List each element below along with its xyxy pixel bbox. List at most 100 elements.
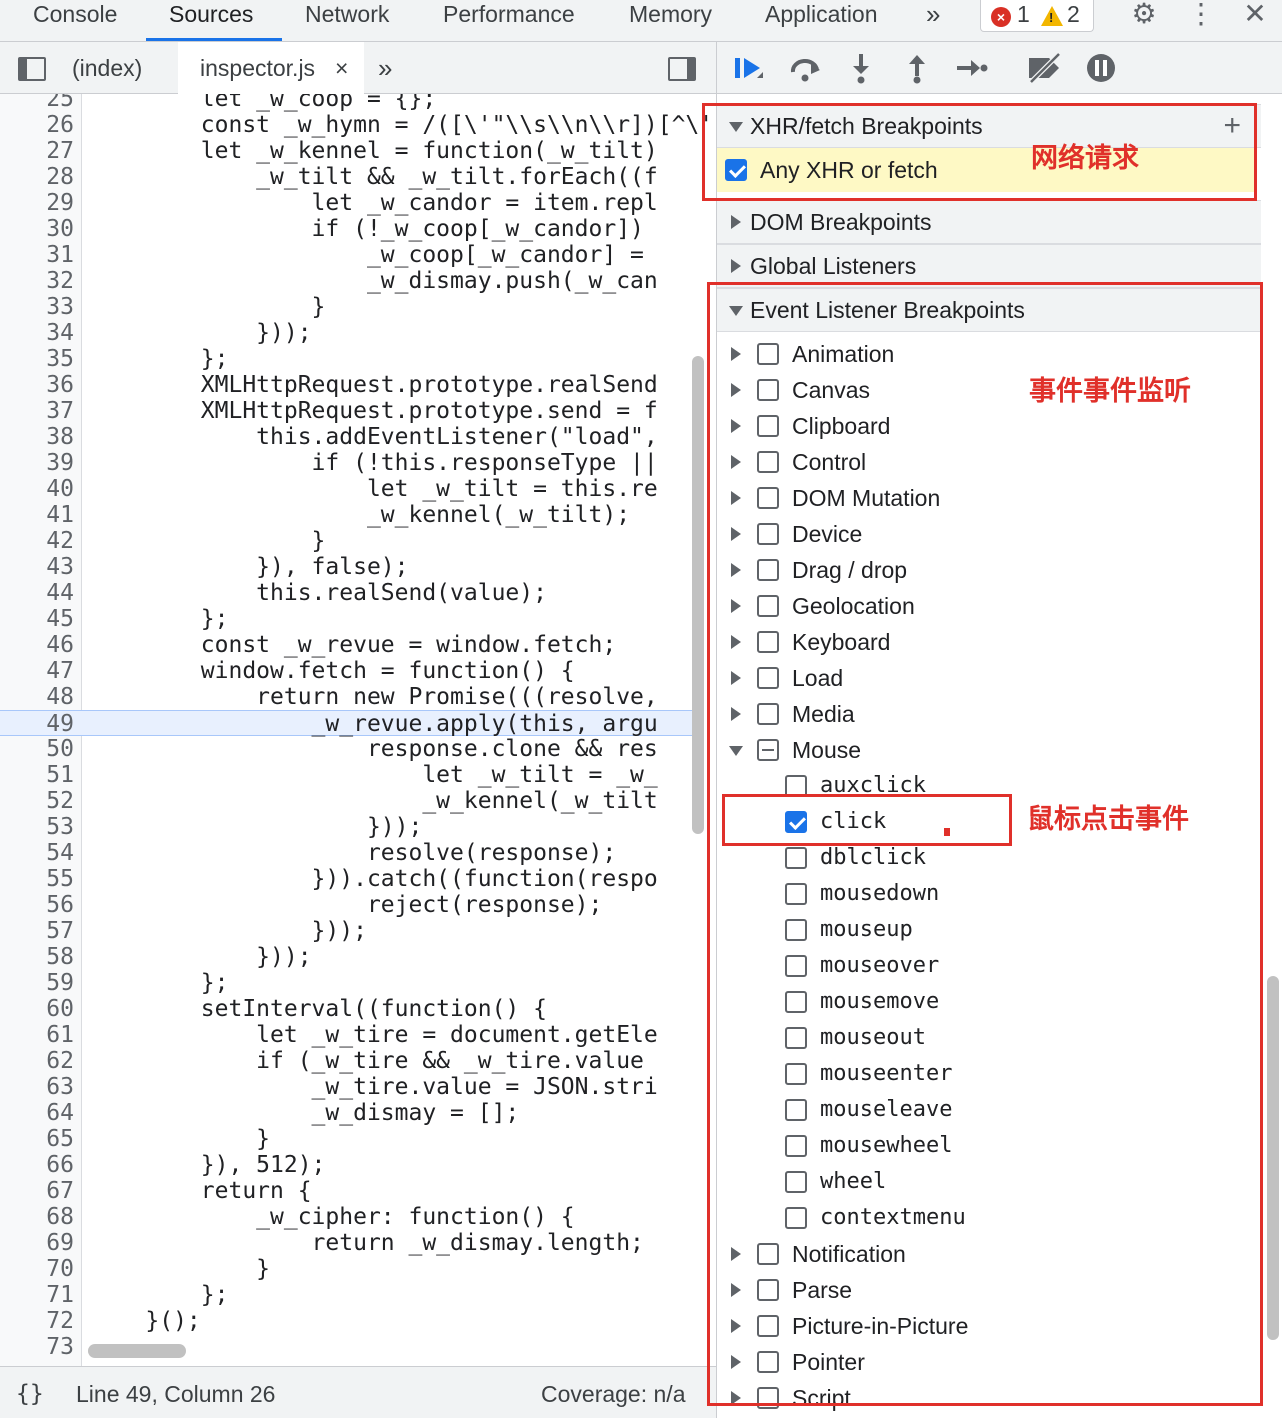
code-editor[interactable]: 25 let _w_coop = {}; 26 const _w_hymn = /… [0, 94, 716, 1366]
line-number[interactable]: 70 [0, 1256, 74, 1282]
line-number[interactable]: 63 [0, 1074, 74, 1100]
code-line[interactable]: 44 this.realSend(value); [0, 580, 700, 606]
tab-console[interactable]: Console [33, 0, 117, 42]
line-number[interactable]: 66 [0, 1152, 74, 1178]
code-line[interactable]: 41 _w_kennel(_w_tilt); [0, 502, 700, 528]
code-line[interactable]: 28 _w_tilt && _w_tilt.forEach((f [0, 164, 700, 190]
tab-memory[interactable]: Memory [629, 0, 712, 42]
line-number[interactable]: 55 [0, 866, 74, 892]
code-line[interactable]: 37 XMLHttpRequest.prototype.send = f [0, 398, 700, 424]
code-line[interactable]: 32 _w_dismay.push(_w_can [0, 268, 700, 294]
code-line[interactable]: 69 return _w_dismay.length; [0, 1230, 700, 1256]
line-number[interactable]: 35 [0, 346, 74, 372]
code-line[interactable]: 51 let _w_tilt = _w_ [0, 762, 700, 788]
code-line[interactable]: 59 }; [0, 970, 700, 996]
line-number[interactable]: 53 [0, 814, 74, 840]
code-line[interactable]: 43 }), false); [0, 554, 700, 580]
line-number[interactable]: 47 [0, 658, 74, 684]
code-line[interactable]: 25 let _w_coop = {}; [0, 94, 700, 112]
code-line[interactable]: 40 let _w_tilt = this.re [0, 476, 700, 502]
deactivate-breakpoints-icon[interactable] [1025, 50, 1065, 86]
dom-breakpoints-header[interactable]: DOM Breakpoints [717, 200, 1261, 244]
line-number[interactable]: 29 [0, 190, 74, 216]
close-icon[interactable]: ✕ [1240, 0, 1270, 30]
code-line[interactable]: 38 this.addEventListener("load", [0, 424, 700, 450]
line-number[interactable]: 30 [0, 216, 74, 242]
step-out-icon[interactable] [899, 50, 935, 86]
line-number[interactable]: 49 [0, 711, 74, 737]
horizontal-scrollbar[interactable] [88, 1344, 186, 1358]
code-line[interactable]: 62 if (_w_tire && _w_tire.value [0, 1048, 700, 1074]
tab-performance[interactable]: Performance [443, 0, 575, 42]
line-number[interactable]: 33 [0, 294, 74, 320]
line-number[interactable]: 27 [0, 138, 74, 164]
line-number[interactable]: 44 [0, 580, 74, 606]
line-number[interactable]: 34 [0, 320, 74, 346]
code-line[interactable]: 36 XMLHttpRequest.prototype.realSend [0, 372, 700, 398]
line-number[interactable]: 43 [0, 554, 74, 580]
line-number[interactable]: 61 [0, 1022, 74, 1048]
line-number[interactable]: 40 [0, 476, 74, 502]
line-number[interactable]: 48 [0, 684, 74, 710]
code-line[interactable]: 60 setInterval((function() { [0, 996, 700, 1022]
resume-icon[interactable] [731, 50, 767, 86]
step-over-icon[interactable] [787, 50, 823, 86]
code-line[interactable]: 39 if (!this.responseType || [0, 450, 700, 476]
line-number[interactable]: 25 [0, 94, 74, 112]
code-line[interactable]: 42 } [0, 528, 700, 554]
code-line[interactable]: 29 let _w_candor = item.repl [0, 190, 700, 216]
code-line[interactable]: 57 })); [0, 918, 700, 944]
line-number[interactable]: 32 [0, 268, 74, 294]
line-number[interactable]: 71 [0, 1282, 74, 1308]
tab-sources[interactable]: Sources [169, 0, 253, 42]
line-number[interactable]: 62 [0, 1048, 74, 1074]
file-tab-index[interactable]: (index) [72, 42, 142, 94]
code-line[interactable]: 70 } [0, 1256, 700, 1282]
line-number[interactable]: 64 [0, 1100, 74, 1126]
line-number[interactable]: 52 [0, 788, 74, 814]
code-line[interactable]: 65 } [0, 1126, 700, 1152]
step-icon[interactable] [953, 50, 989, 86]
code-line[interactable]: 67 return { [0, 1178, 700, 1204]
code-line[interactable]: 30 if (!_w_coop[_w_candor]) [0, 216, 700, 242]
line-number[interactable]: 38 [0, 424, 74, 450]
line-number[interactable]: 73 [0, 1334, 74, 1360]
close-tab-icon[interactable]: × [335, 42, 348, 94]
code-line[interactable]: 35 }; [0, 346, 700, 372]
code-line[interactable]: 72 }(); [0, 1308, 700, 1334]
code-line[interactable]: 49 _w_revue.apply(this, argu [0, 710, 700, 737]
line-number[interactable]: 56 [0, 892, 74, 918]
code-line[interactable]: 50 response.clone && res [0, 736, 700, 762]
line-number[interactable]: 28 [0, 164, 74, 190]
line-number[interactable]: 65 [0, 1126, 74, 1152]
code-line[interactable]: 64 _w_dismay = []; [0, 1100, 700, 1126]
tab-network[interactable]: Network [305, 0, 389, 42]
file-tab-active[interactable]: inspector.js × [178, 42, 364, 94]
code-line[interactable]: 53 })); [0, 814, 700, 840]
code-line[interactable]: 31 _w_coop[_w_candor] = [0, 242, 700, 268]
toggle-navigator-icon[interactable] [18, 57, 46, 81]
code-line[interactable]: 58 })); [0, 944, 700, 970]
line-number[interactable]: 57 [0, 918, 74, 944]
more-options-icon[interactable]: ⋮ [1186, 0, 1216, 30]
code-line[interactable]: 54 resolve(response); [0, 840, 700, 866]
sidebar-scrollbar[interactable] [1267, 976, 1279, 1340]
code-line[interactable]: 55 })).catch((function(respo [0, 866, 700, 892]
step-into-icon[interactable] [843, 50, 879, 86]
line-number[interactable]: 45 [0, 606, 74, 632]
line-number[interactable]: 26 [0, 112, 74, 138]
line-number[interactable]: 41 [0, 502, 74, 528]
code-line[interactable]: 71 }; [0, 1282, 700, 1308]
more-tabs-button[interactable]: » [926, 0, 940, 42]
code-line[interactable]: 27 let _w_kennel = function(_w_tilt) [0, 138, 700, 164]
code-line[interactable]: 52 _w_kennel(_w_tilt [0, 788, 700, 814]
line-number[interactable]: 46 [0, 632, 74, 658]
line-number[interactable]: 39 [0, 450, 74, 476]
line-number[interactable]: 60 [0, 996, 74, 1022]
issues-counter[interactable]: × 1 ! 2 [980, 0, 1094, 32]
line-number[interactable]: 51 [0, 762, 74, 788]
line-number[interactable]: 58 [0, 944, 74, 970]
line-number[interactable]: 31 [0, 242, 74, 268]
code-line[interactable]: 61 let _w_tire = document.getEle [0, 1022, 700, 1048]
line-number[interactable]: 54 [0, 840, 74, 866]
